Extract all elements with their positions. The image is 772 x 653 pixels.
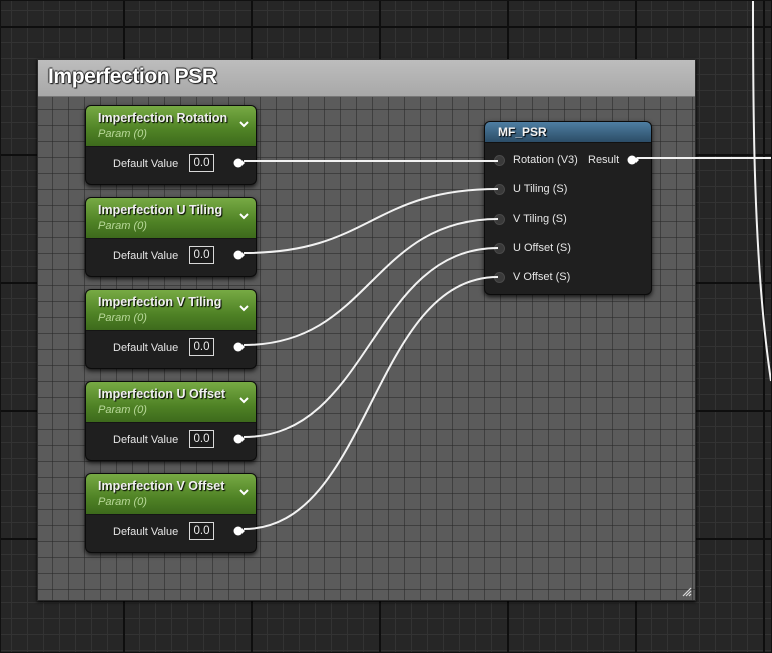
wire-u-tiling: [243, 188, 499, 254]
wire-v-offset: [243, 276, 499, 530]
wire-u-offset: [243, 247, 499, 438]
connection-wires: [243, 1, 771, 530]
graph-canvas[interactable]: Imperfection PSR Imperfection Rotation P…: [0, 0, 772, 653]
wire-v-tiling: [243, 218, 499, 346]
wire-offscreen: [752, 1, 771, 382]
